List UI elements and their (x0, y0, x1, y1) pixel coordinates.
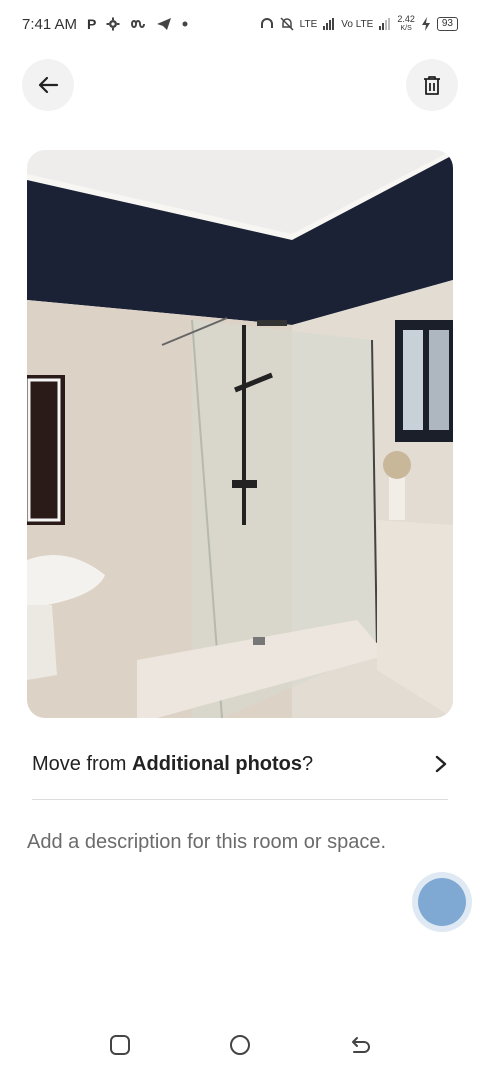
battery-level: 93 (436, 17, 458, 31)
back-icon (352, 1037, 370, 1053)
mute-icon (280, 17, 294, 31)
status-time: 7:41 AM (22, 15, 78, 33)
system-nav-bar (0, 1015, 480, 1075)
volte-label: Vo LTE (341, 18, 374, 30)
network-speed-unit: K/S (400, 25, 412, 32)
status-bar: 7:41 AM P LTE Vo LTE 2.42 K/S 93 (0, 0, 480, 48)
dot-notification-icon (182, 21, 188, 27)
description-input[interactable] (27, 822, 447, 862)
move-from-album-label: Move from Additional photos? (32, 753, 313, 776)
chevron-right-icon (435, 755, 447, 773)
infinity-notification-icon (131, 20, 146, 28)
delete-photo-button[interactable] (406, 59, 458, 111)
app-notification-icon: P (87, 16, 97, 32)
divider (32, 799, 448, 800)
recents-button[interactable] (106, 1031, 134, 1059)
move-from-album-row[interactable]: Move from Additional photos? (32, 740, 448, 788)
recents-icon (110, 1035, 130, 1055)
network-speed-value: 2.42 (397, 14, 415, 24)
home-icon (230, 1035, 250, 1055)
trash-icon (424, 76, 440, 95)
save-button-fill (418, 878, 466, 926)
signal-icon (323, 18, 335, 30)
album-name: Additional photos (132, 752, 303, 775)
headphones-icon (260, 18, 273, 28)
arrow-left-icon (38, 76, 59, 94)
charging-icon (421, 17, 430, 31)
lte-label: LTE (299, 18, 318, 30)
move-prefix: Move from (32, 752, 133, 775)
home-button[interactable] (226, 1031, 254, 1059)
bathroom-shower-photo (27, 150, 453, 718)
telegram-notification-icon (157, 18, 172, 30)
network-speed: 2.42 K/S (397, 15, 415, 33)
status-left: 7:41 AM P (22, 16, 188, 33)
nav-back-button[interactable] (346, 1031, 374, 1059)
room-photo[interactable] (27, 150, 453, 718)
save-button[interactable] (412, 872, 472, 932)
settings-notification-icon (106, 17, 120, 31)
back-button[interactable] (22, 59, 74, 111)
move-suffix: ? (302, 752, 314, 775)
status-right: LTE Vo LTE 2.42 K/S 93 (260, 15, 458, 33)
signal-weak-icon (379, 18, 391, 30)
